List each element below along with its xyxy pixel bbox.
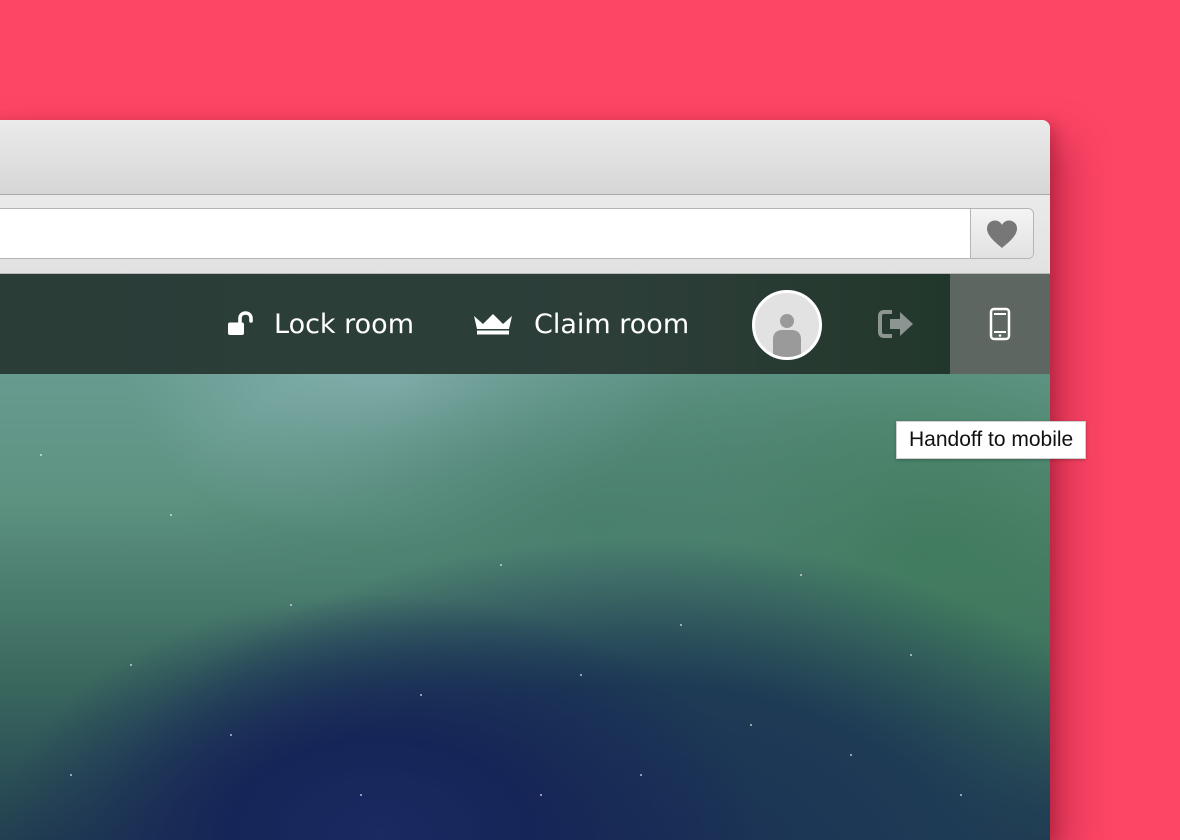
- user-avatar-icon: [773, 314, 801, 357]
- user-avatar[interactable]: [752, 290, 822, 360]
- heart-icon: [987, 220, 1017, 248]
- address-bar[interactable]: [0, 208, 1034, 259]
- favorite-button[interactable]: [970, 209, 1033, 258]
- lock-room-button[interactable]: Lock room: [226, 274, 414, 374]
- sign-out-button[interactable]: [872, 304, 920, 344]
- lock-room-label: Lock room: [274, 308, 414, 340]
- sign-out-icon: [878, 310, 913, 338]
- handoff-to-mobile-button[interactable]: [950, 274, 1050, 374]
- room-nav-bar: Lock room Claim room: [0, 274, 1050, 374]
- crown-icon: [472, 312, 514, 336]
- mobile-phone-icon: [989, 307, 1011, 341]
- page-content: Lock room Claim room: [0, 274, 1050, 840]
- window-title-bar[interactable]: [0, 120, 1050, 195]
- browser-toolbar: [0, 195, 1050, 274]
- handoff-tooltip: Handoff to mobile: [896, 421, 1087, 459]
- claim-room-button[interactable]: Claim room: [472, 274, 689, 374]
- unlocked-padlock-icon: [226, 311, 254, 337]
- claim-room-label: Claim room: [534, 308, 690, 340]
- browser-window: Lock room Claim room: [0, 120, 1050, 840]
